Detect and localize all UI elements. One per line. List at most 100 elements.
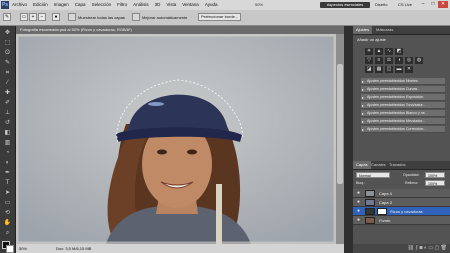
zoom-dropdown[interactable]: 50%: [255, 2, 263, 7]
posterize-icon[interactable]: ▦: [375, 66, 383, 73]
workspace-diseno[interactable]: Diseño: [375, 2, 387, 7]
photo-filter-icon[interactable]: ◎: [405, 57, 413, 64]
layer-row[interactable]: ● Capa 4: [353, 189, 450, 198]
new-layer-icon[interactable]: ▢: [435, 245, 440, 251]
adjustments-header: Añadir un ajuste: [357, 37, 386, 42]
quick-selection-tool-icon[interactable]: ✎: [3, 13, 11, 21]
eye-icon[interactable]: ●: [355, 217, 362, 224]
gradient-map-icon[interactable]: ▬: [395, 66, 403, 73]
menu-ayuda[interactable]: Ayuda: [205, 2, 218, 7]
eyedropper-tool-icon[interactable]: ⁄: [2, 79, 13, 88]
new-adjustment-icon[interactable]: ◐: [424, 245, 427, 251]
menu-analisis[interactable]: Análisis: [133, 2, 149, 7]
delete-layer-icon[interactable]: 🗑: [441, 245, 447, 251]
menu-ventana[interactable]: Ventana: [182, 2, 199, 7]
image-canvas[interactable]: [16, 34, 336, 244]
hand-tool-icon[interactable]: ✋: [2, 219, 13, 228]
lasso-tool-icon[interactable]: ʘ: [2, 49, 13, 58]
new-group-icon[interactable]: ▭: [428, 245, 433, 251]
auto-enhance-label: Mejorar automáticamente: [142, 15, 188, 20]
layer-row[interactable]: ● Fondo: [353, 216, 450, 225]
shape-tool-icon[interactable]: ▭: [2, 199, 13, 208]
preset-channel-mixer[interactable]: ▸ Ajustes preestablecidos Mezclador...: [361, 118, 445, 125]
path-selection-icon[interactable]: ➤: [2, 189, 13, 198]
preset-exposure[interactable]: ▸ Ajustes preestablecidos Exposición: [361, 94, 445, 101]
healing-tool-icon[interactable]: ✚: [2, 89, 13, 98]
marquee-tool-icon[interactable]: ⬚: [2, 39, 13, 48]
background-color-swatch[interactable]: [6, 245, 14, 253]
gradient-tool-icon[interactable]: ▥: [2, 139, 13, 148]
add-mask-icon[interactable]: ◙: [420, 245, 423, 251]
status-zoom[interactable]: 50%: [19, 244, 27, 253]
brush-size-icon[interactable]: ●: [52, 13, 60, 21]
menu-edicion[interactable]: Edición: [33, 2, 48, 7]
blend-mode-select[interactable]: Normal: [356, 172, 390, 178]
fill-input[interactable]: 100%: [425, 180, 445, 186]
eye-icon[interactable]: ●: [355, 199, 362, 206]
right-panels: Ajustes Máscaras Añadir un ajuste ☀ ▲ ∿ …: [353, 26, 450, 253]
exposure-icon[interactable]: ◩: [395, 48, 403, 55]
preset-hue-saturation[interactable]: ▸ Ajustes preestablecidos Tono/satur...: [361, 102, 445, 109]
invert-icon[interactable]: ◪: [365, 66, 373, 73]
menu-filtro[interactable]: Filtro: [117, 2, 127, 7]
black-white-icon[interactable]: ◑: [395, 57, 403, 64]
crop-tool-icon[interactable]: ⌗: [2, 69, 13, 78]
tab-ajustes[interactable]: Ajustes: [353, 26, 373, 34]
levels-icon[interactable]: ▲: [375, 48, 383, 55]
dodge-tool-icon[interactable]: ◐: [2, 159, 13, 168]
layer-row[interactable]: ● Capa 3: [353, 198, 450, 207]
color-balance-icon[interactable]: ⚖: [385, 57, 393, 64]
opacity-input[interactable]: 100%: [425, 172, 445, 178]
eye-icon[interactable]: ●: [355, 190, 362, 197]
eraser-tool-icon[interactable]: ◧: [2, 129, 13, 138]
auto-enhance-checkbox[interactable]: [132, 13, 140, 21]
history-brush-icon[interactable]: ↺: [2, 119, 13, 128]
menu-imagen[interactable]: Imagen: [54, 2, 69, 7]
zoom-tool-icon[interactable]: ⌕: [2, 229, 13, 238]
type-tool-icon[interactable]: T: [2, 179, 13, 188]
fx-icon[interactable]: ƒ: [415, 245, 418, 251]
maximize-icon[interactable]: □: [428, 1, 438, 8]
subtract-selection-icon[interactable]: −: [38, 13, 46, 21]
tools-panel: ✥ ⬚ ʘ ✎ ⌗ ⁄ ✚ ✐ ⊥ ↺ ◧ ▥ ◔ ◐ ✒ T ➤ ▭ ⟲ ✋ …: [0, 26, 16, 253]
link-layers-icon[interactable]: ⛓: [408, 245, 414, 251]
3d-tool-icon[interactable]: ⟲: [2, 209, 13, 218]
document-tab[interactable]: Fotografia escaneada.psd al 50% (Rizos y…: [16, 26, 352, 34]
refine-edge-button[interactable]: Perfeccionar borde...: [198, 13, 242, 21]
preset-selective-color[interactable]: ▸ Ajustes preestablecidos Corrección...: [361, 126, 445, 133]
channel-mixer-icon[interactable]: ◍: [415, 57, 423, 64]
layer-row-selected[interactable]: ● Rizos y cavaduras: [353, 207, 450, 216]
menu-vista[interactable]: Vista: [166, 2, 176, 7]
tab-trazados[interactable]: Trazados: [386, 161, 409, 169]
vibrance-icon[interactable]: ▽: [365, 57, 373, 64]
menu-capa[interactable]: Capa: [75, 2, 86, 7]
preset-curves[interactable]: ▸ Ajustes preestablecidos Curvas: [361, 86, 445, 93]
threshold-icon[interactable]: ◫: [385, 66, 393, 73]
tab-mascaras[interactable]: Máscaras: [373, 26, 396, 34]
move-tool-icon[interactable]: ✥: [2, 29, 13, 38]
pen-tool-icon[interactable]: ✒: [2, 169, 13, 178]
selective-color-icon[interactable]: ✕: [405, 66, 413, 73]
minimize-icon[interactable]: –: [418, 1, 428, 8]
menu-seleccion[interactable]: Selección: [92, 2, 112, 7]
cs-live-button[interactable]: CS Live: [398, 2, 412, 7]
stamp-tool-icon[interactable]: ⊥: [2, 109, 13, 118]
menu-archivo[interactable]: Archivo: [12, 2, 27, 7]
curves-icon[interactable]: ∿: [385, 48, 393, 55]
brightness-icon[interactable]: ☀: [365, 48, 373, 55]
blur-tool-icon[interactable]: ◔: [2, 149, 13, 158]
preset-black-white[interactable]: ▸ Ajustes preestablecidos Blanco y ne...: [361, 110, 445, 117]
add-selection-icon[interactable]: +: [29, 13, 37, 21]
vertical-scrollbar[interactable]: [336, 34, 344, 244]
workspace-button[interactable]: Aspectos esenciales: [320, 2, 370, 8]
menu-3d[interactable]: 3D: [155, 2, 161, 7]
preset-levels[interactable]: ▸ Ajustes preestablecidos Niveles: [361, 78, 445, 85]
new-selection-icon[interactable]: ▭: [20, 13, 28, 21]
scroll-thumb[interactable]: [337, 64, 343, 184]
close-icon[interactable]: ✕: [438, 1, 448, 8]
brush-tool-icon[interactable]: ✐: [2, 99, 13, 108]
eye-icon[interactable]: ●: [355, 208, 362, 215]
quick-selection-tool-icon[interactable]: ✎: [2, 59, 13, 68]
hue-saturation-icon[interactable]: ≡: [375, 57, 383, 64]
sample-checkbox[interactable]: [68, 13, 76, 21]
